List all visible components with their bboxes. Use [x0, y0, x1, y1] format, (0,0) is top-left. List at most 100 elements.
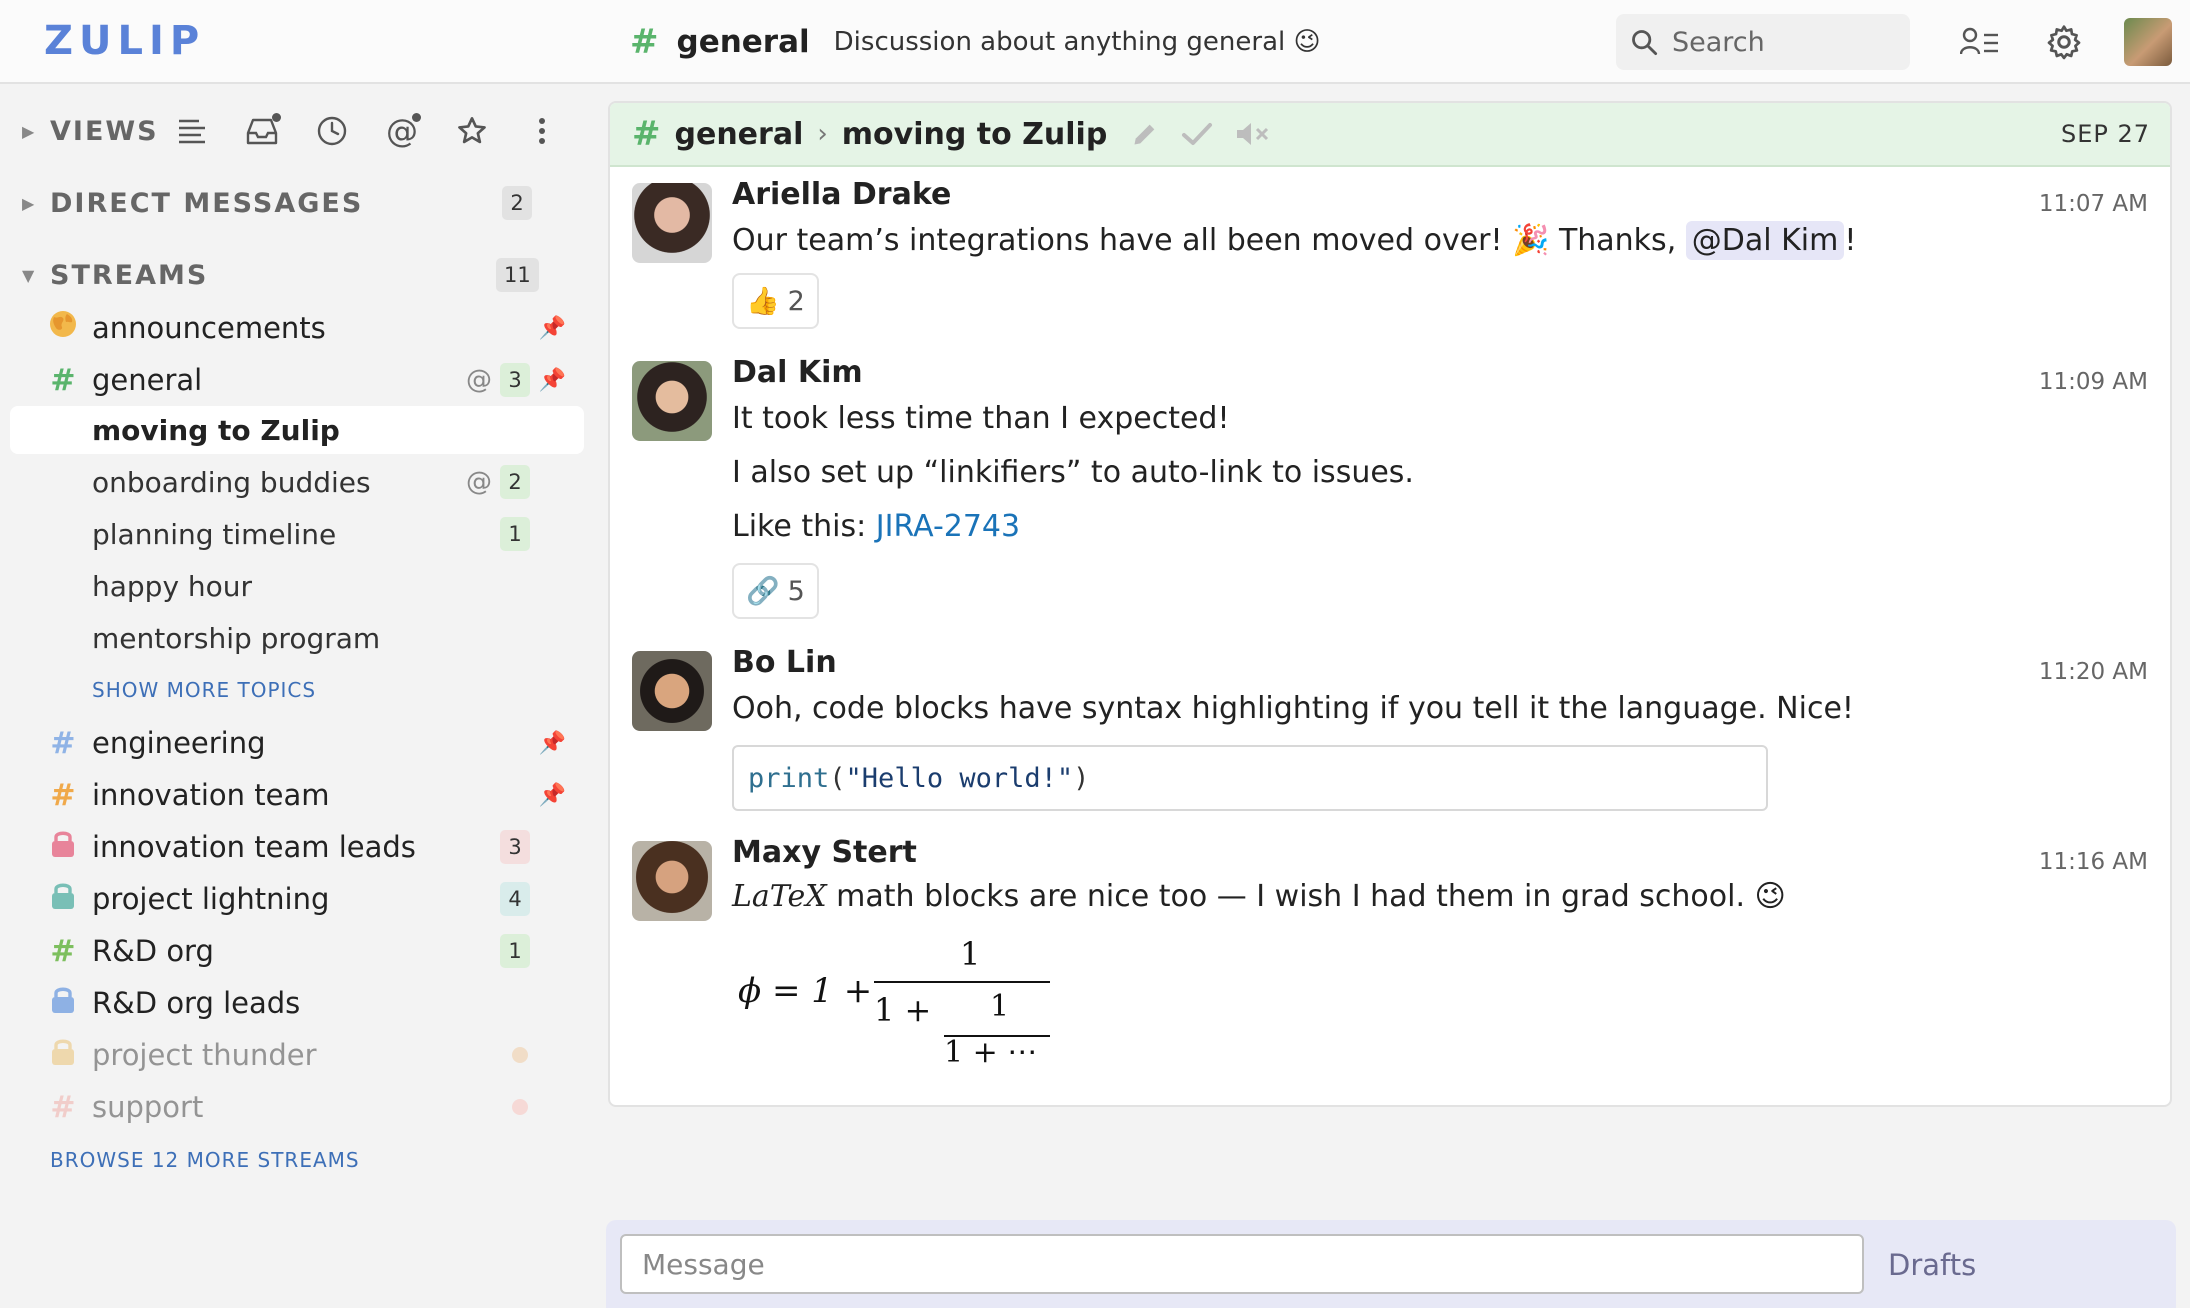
compose-box: Drafts — [606, 1220, 2176, 1308]
sidebar-stream-project-lightning[interactable]: project lightning 4 — [10, 874, 584, 924]
mute-speaker-icon[interactable] — [1235, 120, 1271, 148]
navbar-stream-name[interactable]: general — [677, 24, 810, 60]
topic-name: planning timeline — [92, 518, 336, 551]
topic-name: onboarding buddies — [92, 466, 371, 499]
edit-pencil-icon[interactable] — [1131, 120, 1159, 148]
browse-more-streams-link[interactable]: BROWSE 12 MORE STREAMS — [50, 1148, 360, 1172]
sidebar-topic-planning-timeline[interactable]: planning timeline 1 — [10, 510, 584, 558]
unread-dot — [412, 113, 421, 122]
user-mention[interactable]: @Dal Kim — [1686, 221, 1845, 260]
recipient-stream-name[interactable]: general — [675, 117, 804, 152]
emoji-reaction[interactable]: 🔗 5 — [732, 563, 819, 619]
sidebar-stream-announcements[interactable]: announcements 📌 — [10, 303, 584, 353]
search-box[interactable] — [1616, 14, 1910, 70]
formula-inner-denominator: 1 + ⋯ — [944, 1035, 1037, 1070]
unread-count: 1 — [500, 517, 530, 551]
streams-label: STREAMS — [50, 260, 208, 291]
unread-dot — [272, 113, 281, 122]
message-text: It took less time than I expected! — [732, 401, 1230, 436]
search-input[interactable] — [1672, 27, 1892, 58]
topic-name: mentorship program — [92, 622, 380, 655]
mention-indicator: @ — [466, 467, 492, 497]
zulip-logo[interactable]: ZULIP — [44, 18, 205, 64]
reaction-count: 5 — [788, 576, 805, 607]
stream-name: R&D org — [92, 934, 214, 968]
mentions-icon[interactable]: @ — [382, 111, 422, 151]
combined-feed-icon[interactable] — [172, 111, 212, 151]
code-function: print — [748, 763, 829, 794]
expand-triangle-icon: ▶ — [22, 194, 38, 213]
link-icon: 🔗 — [746, 575, 780, 607]
message-timestamp[interactable]: 11:20 AM — [2039, 659, 2148, 685]
avatar[interactable] — [632, 651, 712, 731]
avatar[interactable] — [632, 841, 712, 921]
more-options-icon[interactable] — [522, 111, 562, 151]
sender-name[interactable]: Maxy Stert — [732, 835, 917, 870]
formula-numerator: 1 — [960, 935, 980, 973]
issue-link[interactable]: JIRA-2743 — [876, 509, 1020, 544]
message-timestamp[interactable]: 11:09 AM — [2039, 369, 2148, 395]
views-section-header[interactable]: ▶ VIEWS @ — [0, 106, 560, 156]
muted-unread-dot — [512, 1047, 528, 1063]
hash-icon: # — [48, 1090, 78, 1125]
message-text: ! — [1844, 223, 1856, 258]
avatar[interactable] — [632, 361, 712, 441]
stream-name: project lightning — [92, 882, 329, 916]
sidebar-stream-general[interactable]: # general @ 3 📌 — [10, 355, 584, 405]
sidebar-stream-rd-org-leads[interactable]: R&D org leads — [10, 978, 584, 1028]
stream-name: innovation team leads — [92, 830, 416, 864]
formula-denominator: 1 + — [874, 991, 931, 1029]
sidebar-topic-moving-to-zulip[interactable]: moving to Zulip — [10, 406, 584, 454]
message-feed: # general › moving to Zulip SEP 27 Ariel… — [608, 101, 2172, 1107]
stream-name: announcements — [92, 311, 326, 345]
latex-logo: LaTeX — [732, 879, 827, 914]
message-text: I also set up “linkifiers” to auto-link … — [732, 455, 1414, 490]
show-more-topics-link[interactable]: SHOW MORE TOPICS — [92, 678, 316, 702]
navbar-title[interactable]: # general Discussion about anything gene… — [630, 22, 1321, 62]
drafts-link[interactable]: Drafts — [1888, 1248, 1976, 1282]
message-content: LaTeX math blocks are nice too — I wish … — [732, 879, 1786, 914]
sender-name[interactable]: Dal Kim — [732, 355, 863, 390]
sender-name[interactable]: Ariella Drake — [732, 177, 951, 212]
unread-count: 1 — [500, 934, 530, 968]
gear-icon[interactable] — [2044, 22, 2084, 62]
resolve-check-icon[interactable] — [1181, 120, 1213, 148]
user-avatar[interactable] — [2124, 18, 2172, 66]
message-timestamp[interactable]: 11:16 AM — [2039, 849, 2148, 875]
chevron-right-icon: › — [817, 119, 827, 149]
user-list-icon[interactable] — [1960, 22, 2000, 62]
recipient-topic-name[interactable]: moving to Zulip — [842, 117, 1108, 152]
recent-conversations-icon[interactable] — [312, 111, 352, 151]
sender-name[interactable]: Bo Lin — [732, 645, 837, 680]
message-content: Our team’s integrations have all been mo… — [732, 223, 1856, 258]
sidebar-stream-support[interactable]: # support — [10, 1082, 584, 1132]
sidebar-stream-innovation-team[interactable]: # innovation team 📌 — [10, 770, 584, 820]
message-input[interactable] — [620, 1234, 1864, 1294]
message-text: Our team’s integrations have all been mo… — [732, 223, 1676, 258]
message-timestamp[interactable]: 11:07 AM — [2039, 191, 2148, 217]
sidebar-topic-mentorship-program[interactable]: mentorship program — [10, 614, 584, 662]
emoji-reaction[interactable]: 👍 2 — [732, 273, 819, 329]
sidebar-stream-engineering[interactable]: # engineering 📌 — [10, 718, 584, 768]
topic-name: happy hour — [92, 570, 252, 603]
collapse-triangle-icon: ▼ — [22, 266, 38, 285]
streams-section-header[interactable]: ▼ STREAMS 11 — [0, 250, 560, 300]
hash-icon: # — [48, 363, 78, 398]
message-text: math blocks are nice too — I wish I had … — [836, 879, 1786, 914]
sidebar-stream-rd-org[interactable]: # R&D org 1 — [10, 926, 584, 976]
recipient-date: SEP 27 — [2061, 120, 2150, 148]
sidebar-stream-innovation-team-leads[interactable]: innovation team leads 3 — [10, 822, 584, 872]
avatar[interactable] — [632, 183, 712, 263]
sidebar-topic-happy-hour[interactable]: happy hour — [10, 562, 584, 610]
formula-inner-numerator: 1 — [990, 989, 1009, 1024]
direct-messages-section-header[interactable]: ▶ DIRECT MESSAGES 2 — [0, 178, 560, 228]
stream-name: support — [92, 1090, 203, 1124]
dm-unread-count: 2 — [502, 186, 532, 220]
views-icons: @ — [172, 106, 562, 156]
sidebar-topic-onboarding-buddies[interactable]: onboarding buddies @ 2 — [10, 458, 584, 506]
code-block[interactable]: print("Hello world!") — [732, 745, 1768, 811]
inbox-icon[interactable] — [242, 111, 282, 151]
globe-icon — [48, 309, 78, 347]
star-icon[interactable] — [452, 111, 492, 151]
sidebar-stream-project-thunder[interactable]: project thunder — [10, 1030, 584, 1080]
